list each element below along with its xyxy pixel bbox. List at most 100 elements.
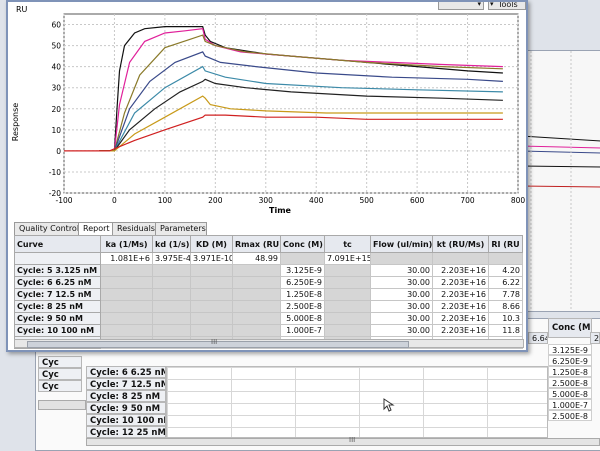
column-header-tc[interactable]: tc <box>324 235 371 253</box>
ri-cell: 7.78 <box>488 288 523 301</box>
table-row[interactable]: Cycle: 5 3.125 nM 3.125E-9 30.00 2.203E+16 4… <box>14 264 523 277</box>
table-row[interactable]: Cycle: 7 12.5 nM 1.250E-8 30.00 2.203E+16 7.… <box>14 288 523 301</box>
kd-m-cell <box>190 288 233 301</box>
column-header-rmax[interactable]: Rmax (RU) <box>232 235 281 253</box>
kt-cell: 2.203E+16 <box>432 276 489 289</box>
flow-cell: 30.00 <box>370 312 433 325</box>
kt-cell: 2.203E+16 <box>432 288 489 301</box>
tc-cell <box>324 276 371 289</box>
background-conc-value-1: 3.125E-9 <box>548 344 592 355</box>
kd-m-cell <box>190 312 233 325</box>
y-tick-label: -10 <box>49 168 61 177</box>
rmax-cell <box>232 312 281 325</box>
kd-cell <box>152 276 191 289</box>
background-scroll-marker: III <box>349 436 356 444</box>
background-scrollbar[interactable] <box>38 400 86 410</box>
summary-ri-cell <box>488 252 523 265</box>
kt-cell: 2.203E+16 <box>432 264 489 277</box>
rmax-cell <box>232 324 281 337</box>
conc-cell: 1.250E-8 <box>280 288 325 301</box>
table-row[interactable]: Cycle: 10 100 nM 1.000E-7 30.00 2.203E+16 11… <box>14 324 523 337</box>
x-tick-label: 400 <box>309 196 324 205</box>
summary-kd-m-cell: 3.971E-10 <box>190 252 233 265</box>
background-stub-2: Cyc <box>38 368 82 380</box>
rmax-cell <box>232 288 281 301</box>
background-conc-header: Conc (M) <box>548 318 592 338</box>
kt-cell: 2.203E+16 <box>432 324 489 337</box>
kd-m-cell <box>190 264 233 277</box>
kd-cell <box>152 288 191 301</box>
column-header-conc[interactable]: Conc (M) <box>280 235 325 253</box>
rmax-cell <box>232 264 281 277</box>
ka-cell <box>100 312 153 325</box>
summary-flow-cell <box>370 252 433 265</box>
flow-cell: 30.00 <box>370 288 433 301</box>
tc-cell <box>324 324 371 337</box>
column-header-curve[interactable]: Curve <box>14 235 101 253</box>
background-row-cycle-9: Cycle: 9 50 nM <box>86 402 166 414</box>
kd-m-cell <box>190 324 233 337</box>
table-header-row: Curve ka (1/Ms) kd (1/s) KD (M) Rmax (RU… <box>14 235 523 253</box>
x-tick-label: 600 <box>410 196 425 205</box>
background-row-cycle-8: Cycle: 8 25 nM <box>86 390 166 402</box>
curve-cell: Cycle: 9 50 nM <box>14 312 101 325</box>
flow-cell: 30.00 <box>370 300 433 313</box>
mouse-cursor-icon <box>383 398 395 412</box>
ka-cell <box>100 264 153 277</box>
x-tick-label: 800 <box>511 196 526 205</box>
kd-cell <box>152 264 191 277</box>
table-row[interactable]: Cycle: 6 6.25 nM 6.250E-9 30.00 2.203E+16 6.… <box>14 276 523 289</box>
ka-cell <box>100 324 153 337</box>
background-conc-value-6: 1.000E-7 <box>548 399 592 410</box>
ri-cell: 10.3 <box>488 312 523 325</box>
x-axis-label: Time <box>269 206 292 215</box>
column-header-kt[interactable]: kt (RU/Ms) <box>432 235 489 253</box>
curve-cell: Cycle: 10 100 nM <box>14 324 101 337</box>
tab-parameters[interactable]: Parameters <box>155 222 207 235</box>
summary-curve-cell <box>14 252 101 265</box>
background-row-cycle-10: Cycle: 10 100 nM <box>86 414 166 426</box>
table-row[interactable]: Cycle: 8 25 nM 2.500E-8 30.00 2.203E+16 8.66 <box>14 300 523 313</box>
scrollbar-thumb[interactable] <box>27 341 409 348</box>
background-cut-value-2: 2.16 <box>590 332 600 344</box>
x-tick-label: 300 <box>259 196 274 205</box>
background-conc-value-7: 2.500E-8 <box>548 410 592 421</box>
summary-row[interactable]: 1.081E+6 3.975E-4 3.971E-10 48.99 7.091E… <box>14 252 523 265</box>
rmax-cell <box>232 276 281 289</box>
background-table-grid <box>166 366 548 438</box>
ri-cell: 11.8 <box>488 324 523 337</box>
column-header-ka[interactable]: ka (1/Ms) <box>100 235 153 253</box>
x-tick-label: 200 <box>208 196 223 205</box>
scroll-grip-marker: III <box>211 338 218 346</box>
background-row-cycle-7: Cycle: 7 12.5 nM <box>86 378 166 390</box>
column-header-kd[interactable]: kd (1/s) <box>152 235 191 253</box>
tab-quality-control[interactable]: Quality Control <box>14 222 80 235</box>
kd-m-cell <box>190 276 233 289</box>
background-row-cycle-12: Cycle: 12 25 nM <box>86 426 166 438</box>
y-tick-label: 30 <box>51 84 61 93</box>
kd-cell <box>152 300 191 313</box>
x-tick-label: -100 <box>55 196 72 205</box>
y-axis-label: Response <box>11 103 20 142</box>
ri-cell: 4.20 <box>488 264 523 277</box>
column-header-flow[interactable]: Flow (ul/min) <box>370 235 433 253</box>
background-table-scrollbar[interactable]: III <box>86 436 600 446</box>
table-horizontal-scrollbar[interactable]: III <box>14 338 524 348</box>
kd-cell <box>152 324 191 337</box>
tab-report[interactable]: Report <box>78 222 114 235</box>
ka-cell <box>100 288 153 301</box>
summary-kt-cell <box>432 252 489 265</box>
tc-cell <box>324 264 371 277</box>
background-stub-3: Cyc <box>38 380 82 392</box>
table-row[interactable]: Cycle: 9 50 nM 5.000E-8 30.00 2.203E+16 10.3 <box>14 312 523 325</box>
main-window: Tools ▾ ▾ RU Response Time -20 -10 0 10 20 30… <box>6 0 528 352</box>
tab-residuals[interactable]: Residuals <box>112 222 158 235</box>
background-chart-lines <box>520 51 600 311</box>
summary-conc-cell <box>280 252 325 265</box>
column-header-kd-m[interactable]: KD (M) <box>190 235 233 253</box>
tc-cell <box>324 312 371 325</box>
kinetics-results-table: Curve ka (1/Ms) kd (1/s) KD (M) Rmax (RU… <box>14 235 523 349</box>
column-header-ri[interactable]: RI (RU <box>488 235 523 253</box>
y-tick-label: 20 <box>51 105 61 114</box>
curve-cell: Cycle: 5 3.125 nM <box>14 264 101 277</box>
